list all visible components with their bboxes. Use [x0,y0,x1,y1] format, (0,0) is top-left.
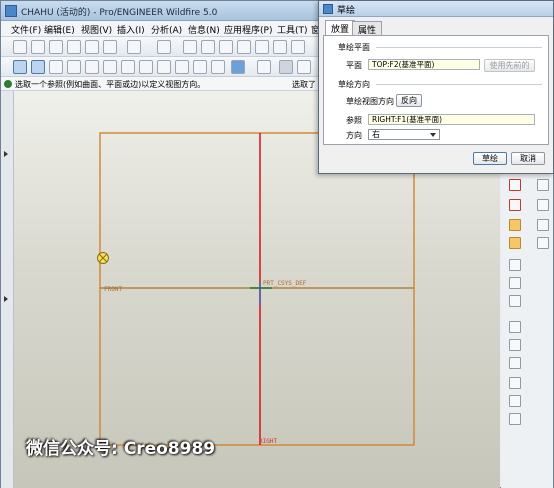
csys-label: PRT_CSYS_DEF [263,280,307,287]
orient-mode-icon[interactable] [103,60,117,74]
paste-special-icon[interactable] [237,40,251,54]
display-style-icon[interactable] [231,60,245,74]
menu-edit[interactable]: 编辑(E) [44,23,75,36]
axis-display-icon[interactable] [31,60,45,74]
sweep-icon[interactable] [509,295,521,307]
redo-icon[interactable] [157,40,171,54]
placement-panel: 草绘平面 平面 TOP:F2(基准平面) 使用先前的 草绘方向 草绘视图方向 反… [323,35,549,145]
hidden-line-icon[interactable] [297,60,311,74]
sketch-tool-icon[interactable] [509,179,521,191]
saved-views-icon[interactable] [193,60,207,74]
top-datum-plane-outline[interactable] [99,132,415,446]
csys-display-icon[interactable] [67,60,81,74]
extrude-icon[interactable] [509,259,521,271]
hole-icon[interactable] [509,321,521,333]
prompt-arrow-icon [4,80,12,88]
menu-analysis[interactable]: 分析(A) [151,23,182,36]
selection-filter-icon[interactable] [291,40,305,54]
tab-placement[interactable]: 放置 [325,20,356,35]
copy-icon[interactable] [201,40,215,54]
open-file-icon[interactable] [31,40,45,54]
rib-icon[interactable] [509,357,521,369]
cancel-button[interactable]: 取消 [511,152,545,165]
feature-toolbar [501,171,553,488]
sketch-dialog: 草绘 放置 属性 草绘平面 平面 TOP:F2(基准平面) 使用先前的 草绘方向… [318,0,554,174]
round-icon[interactable] [509,395,521,407]
sketch-button[interactable]: 草绘 [473,152,507,165]
shell-icon[interactable] [509,339,521,351]
right-plane-label: RIGHT [259,438,277,445]
direction-value: 右 [372,130,380,139]
regenerate-icon[interactable] [255,40,269,54]
tab-properties[interactable]: 属性 [352,21,383,36]
group-divider [376,84,542,85]
reference-icon[interactable] [537,237,549,249]
orientation-group-label: 草绘方向 [338,80,370,89]
expand-arrow-icon[interactable] [4,296,8,302]
expand-arrow-icon[interactable] [4,151,8,157]
menu-info[interactable]: 信息(N) [188,23,220,36]
reference-field[interactable]: RIGHT:F1(基准平面) [368,114,535,125]
find-icon[interactable] [273,40,287,54]
menu-applications[interactable]: 应用程序(P) [224,23,272,36]
menu-view[interactable]: 视图(V) [81,23,112,36]
plane-field[interactable]: TOP:F2(基准平面) [368,59,480,70]
plane-label: 平面 [346,61,362,70]
app-icon [5,5,17,17]
left-collapse-strip [1,91,14,488]
dialog-title-bar: 草绘 [319,1,553,17]
analysis-tool-icon[interactable] [509,237,521,249]
watermark-text: 微信公众号: Creo8989 [26,439,216,459]
refit-icon[interactable] [157,60,171,74]
datum-display-icon[interactable] [13,60,27,74]
dialog-title: 草绘 [337,6,356,16]
zoom-in-icon[interactable] [121,60,135,74]
selection-status: 选取了 [292,80,316,89]
cut-icon[interactable] [183,40,197,54]
point-display-icon[interactable] [49,60,63,74]
undo-icon[interactable] [127,40,141,54]
menu-file[interactable]: 文件(F) [11,23,41,36]
datum-plane-icon[interactable] [537,179,549,191]
chevron-down-icon [430,133,436,137]
email-icon[interactable] [85,40,99,54]
layers-icon[interactable] [211,60,225,74]
datum-axis-icon[interactable] [509,199,521,211]
new-file-icon[interactable] [13,40,27,54]
draft-icon[interactable] [509,377,521,389]
zoom-out-icon[interactable] [139,60,153,74]
group-divider [376,47,542,48]
use-previous-button[interactable]: 使用先前的 [484,59,535,72]
view-direction-label: 草绘视图方向 [346,97,394,106]
chamfer-icon[interactable] [509,413,521,425]
sketch-plane-group-label: 草绘平面 [338,43,370,52]
status-message: 选取一个参照(例如曲面、平面或边)以定义视图方向。 [15,80,206,89]
flip-button[interactable]: 反向 [396,94,422,107]
reference-label: 参照 [346,116,362,125]
direction-select[interactable]: 右 [368,129,440,140]
save-icon[interactable] [49,40,63,54]
direction-label: 方向 [346,131,362,140]
print-icon[interactable] [67,40,81,54]
email-link-icon[interactable] [103,40,117,54]
datum-curve-icon[interactable] [537,199,549,211]
paste-icon[interactable] [219,40,233,54]
front-plane-label: FRONT [104,286,122,293]
dialog-app-icon [323,4,333,14]
spin-center-icon[interactable] [85,60,99,74]
view-manager-icon[interactable] [257,60,271,74]
csys-tool-icon[interactable] [537,219,549,231]
repaint-icon[interactable] [279,60,293,74]
revolve-icon[interactable] [509,277,521,289]
datum-point-icon[interactable] [509,219,521,231]
window-title: CHAHU (活动的) - Pro/ENGINEER Wildfire 5.0 [21,8,218,18]
menu-insert[interactable]: 插入(I) [117,23,145,36]
menu-tools[interactable]: 工具(T) [277,23,308,36]
reorient-icon[interactable] [175,60,189,74]
spin-center-icon [97,252,109,264]
